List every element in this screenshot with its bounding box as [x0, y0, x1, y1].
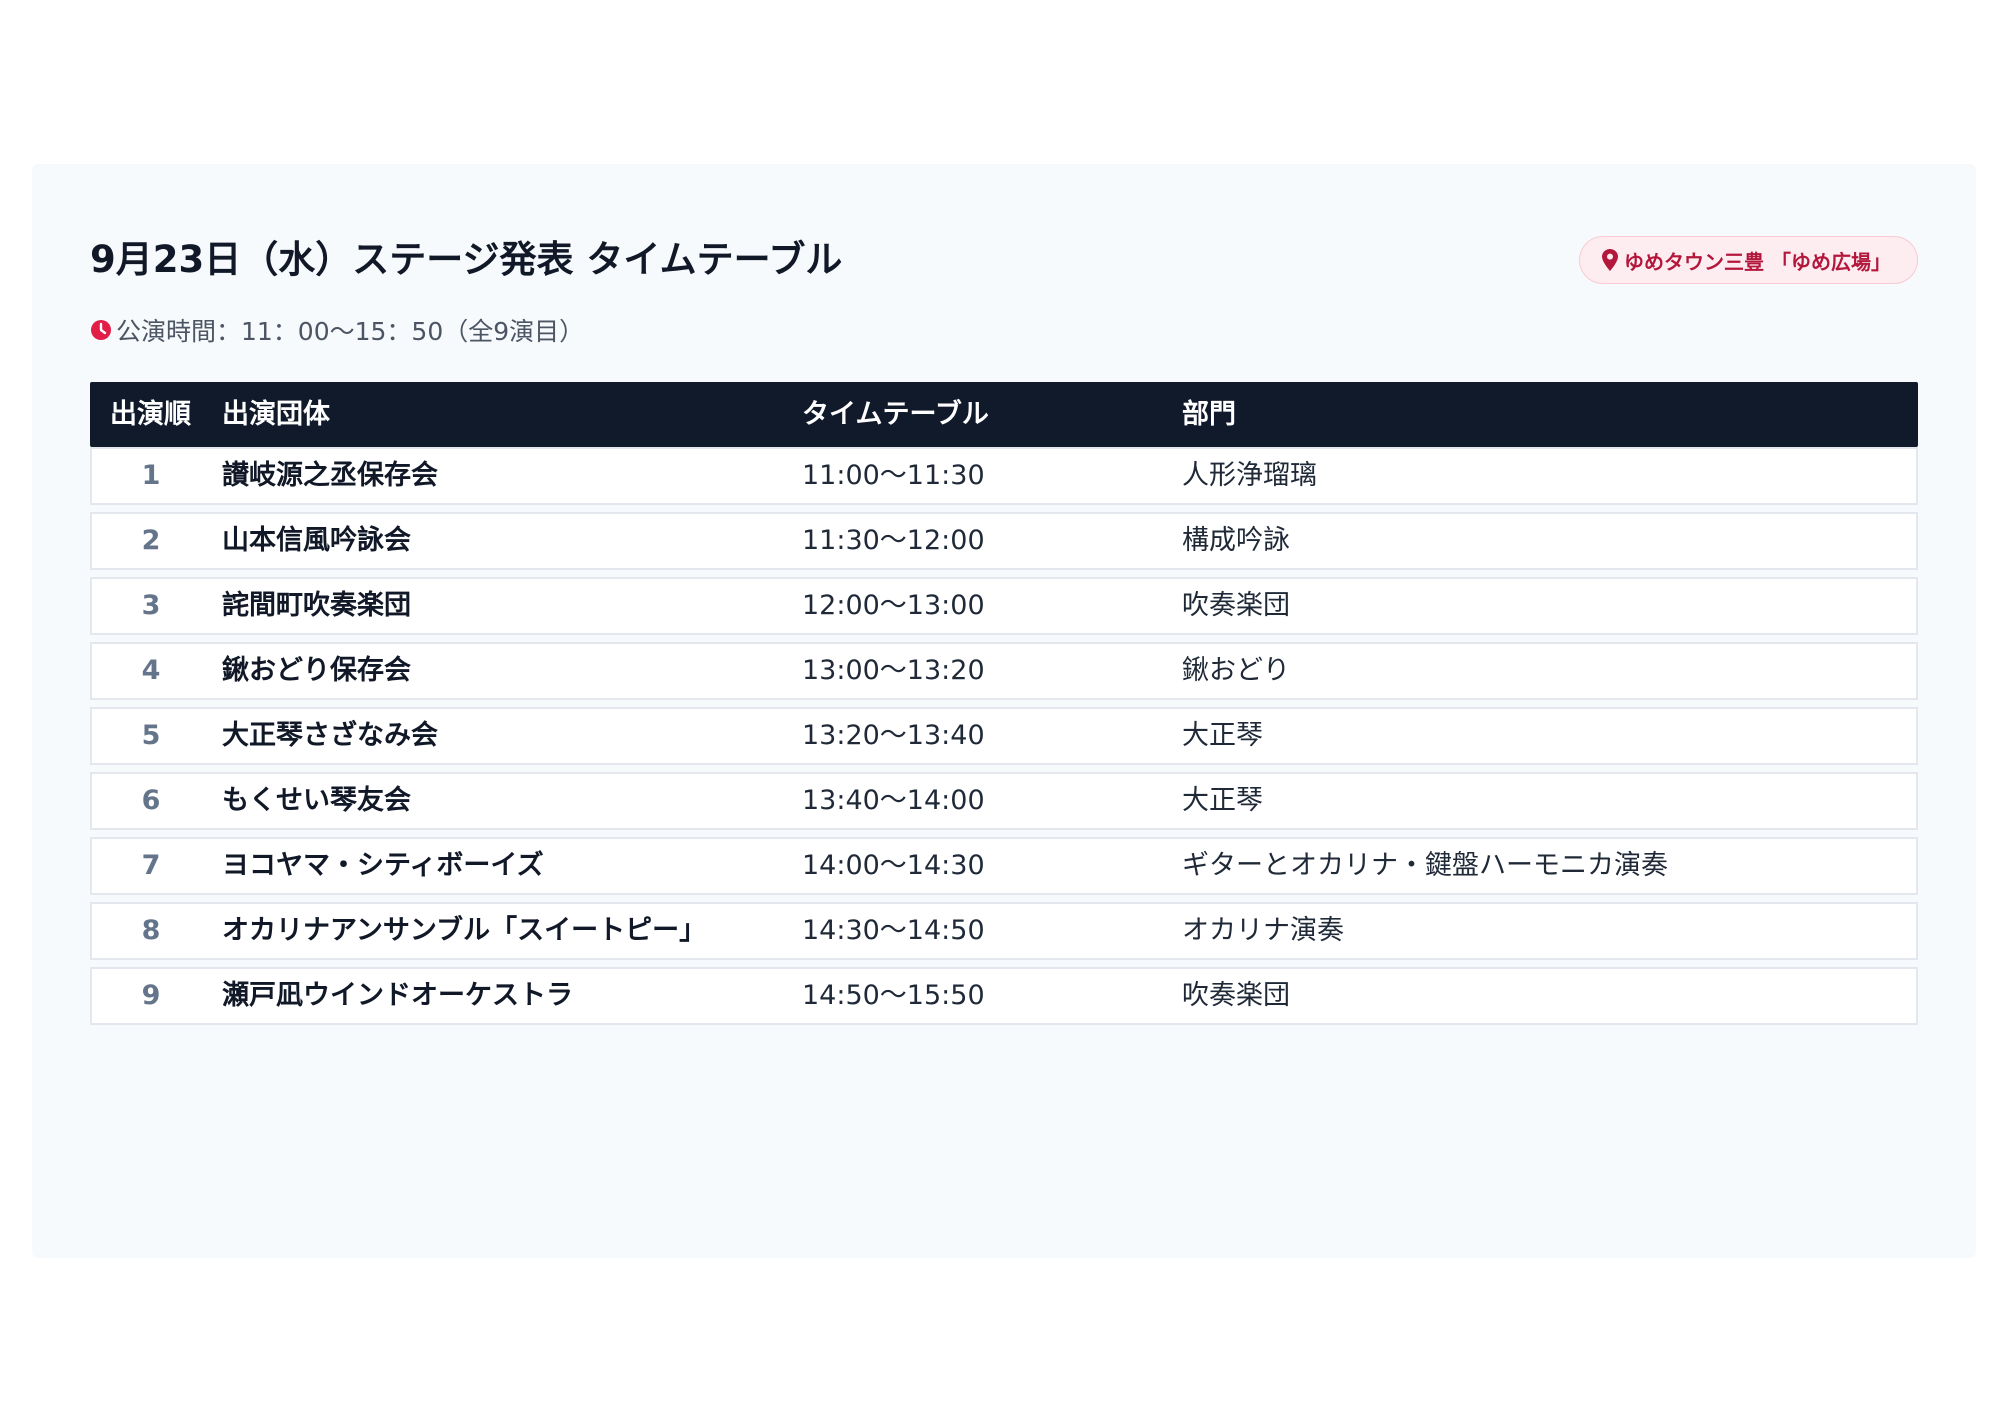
row-time: 13:00〜13:20 — [802, 655, 985, 686]
map-pin-icon — [1602, 249, 1619, 271]
row-genre: 構成吟詠 — [1182, 525, 1290, 556]
header: 9月23日（水）ステージ発表 タイムテーブル ゆめタウン三豊 「ゆめ広場」 — [90, 230, 1918, 290]
row-order: 5 — [141, 720, 161, 751]
timetable: 出演順 出演団体 タイムテーブル 部門 1 讃岐源之丞保存会 11:00〜11:… — [90, 382, 1918, 1025]
row-group: 大正琴さざなみ会 — [222, 720, 438, 751]
table-row: 2 山本信風吟詠会 11:30〜12:00 構成吟詠 — [90, 512, 1918, 570]
table-row: 8 オカリナアンサンブル「スイートピー」 14:30〜14:50 オカリナ演奏 — [90, 902, 1918, 960]
row-order: 6 — [141, 785, 161, 816]
row-time: 14:00〜14:30 — [802, 850, 985, 881]
table-body: 1 讃岐源之丞保存会 11:00〜11:30 人形浄瑠璃 2 山本信風吟詠会 1… — [90, 447, 1918, 1025]
table-row: 6 もくせい琴友会 13:40〜14:00 大正琴 — [90, 772, 1918, 830]
performance-time-text: 公演時間：11：00〜15：50（全9演目） — [116, 317, 585, 346]
row-group: 山本信風吟詠会 — [222, 525, 411, 556]
row-group: オカリナアンサンブル「スイートピー」 — [222, 915, 707, 946]
row-genre: 人形浄瑠璃 — [1182, 460, 1317, 491]
row-time: 11:00〜11:30 — [802, 460, 985, 491]
row-group: 瀬戸凪ウインドオーケストラ — [222, 980, 573, 1011]
row-group: ヨコヤマ・シティボーイズ — [222, 850, 544, 881]
table-row: 7 ヨコヤマ・シティボーイズ 14:00〜14:30 ギターとオカリナ・鍵盤ハー… — [90, 837, 1918, 895]
row-genre: 大正琴 — [1182, 785, 1263, 816]
row-order: 9 — [141, 980, 161, 1011]
row-order: 8 — [141, 915, 161, 946]
header-genre: 部門 — [1182, 399, 1236, 430]
row-genre: ギターとオカリナ・鍵盤ハーモニカ演奏 — [1182, 850, 1668, 881]
row-time: 14:30〜14:50 — [802, 915, 985, 946]
row-genre: 鍬おどり — [1182, 655, 1290, 686]
row-group: もくせい琴友会 — [222, 785, 411, 816]
row-genre: 吹奏楽団 — [1182, 590, 1290, 621]
row-time: 13:40〜14:00 — [802, 785, 985, 816]
header-time: タイムテーブル — [802, 399, 989, 430]
row-order: 2 — [141, 525, 161, 556]
row-genre: 吹奏楽団 — [1182, 980, 1290, 1011]
row-time: 13:20〜13:40 — [802, 720, 985, 751]
row-order: 7 — [141, 850, 161, 881]
schedule-panel: 9月23日（水）ステージ発表 タイムテーブル ゆめタウン三豊 「ゆめ広場」 公演… — [32, 164, 1976, 1258]
row-time: 11:30〜12:00 — [802, 525, 985, 556]
row-genre: 大正琴 — [1182, 720, 1263, 751]
row-time: 14:50〜15:50 — [802, 980, 985, 1011]
table-row: 3 詫間町吹奏楽団 12:00〜13:00 吹奏楽団 — [90, 577, 1918, 635]
page-title: 9月23日（水）ステージ発表 タイムテーブル — [90, 238, 843, 281]
row-time: 12:00〜13:00 — [802, 590, 985, 621]
venue-badge: ゆめタウン三豊 「ゆめ広場」 — [1579, 236, 1918, 284]
row-group: 讃岐源之丞保存会 — [222, 460, 438, 491]
table-header: 出演順 出演団体 タイムテーブル 部門 — [90, 382, 1918, 447]
header-order: 出演順 — [110, 399, 191, 430]
row-genre: オカリナ演奏 — [1182, 915, 1344, 946]
table-row: 9 瀬戸凪ウインドオーケストラ 14:50〜15:50 吹奏楽団 — [90, 967, 1918, 1025]
row-order: 4 — [141, 655, 161, 686]
header-group: 出演団体 — [222, 399, 330, 430]
row-group: 詫間町吹奏楽団 — [222, 590, 411, 621]
venue-label: ゆめタウン三豊 「ゆめ広場」 — [1624, 249, 1891, 274]
clock-icon — [91, 320, 111, 340]
table-row: 4 鍬おどり保存会 13:00〜13:20 鍬おどり — [90, 642, 1918, 700]
row-order: 3 — [141, 590, 161, 621]
table-row: 1 讃岐源之丞保存会 11:00〜11:30 人形浄瑠璃 — [90, 447, 1918, 505]
performance-time-info: 公演時間：11：00〜15：50（全9演目） — [90, 310, 584, 350]
table-row: 5 大正琴さざなみ会 13:20〜13:40 大正琴 — [90, 707, 1918, 765]
row-group: 鍬おどり保存会 — [222, 655, 411, 686]
row-order: 1 — [141, 460, 161, 491]
